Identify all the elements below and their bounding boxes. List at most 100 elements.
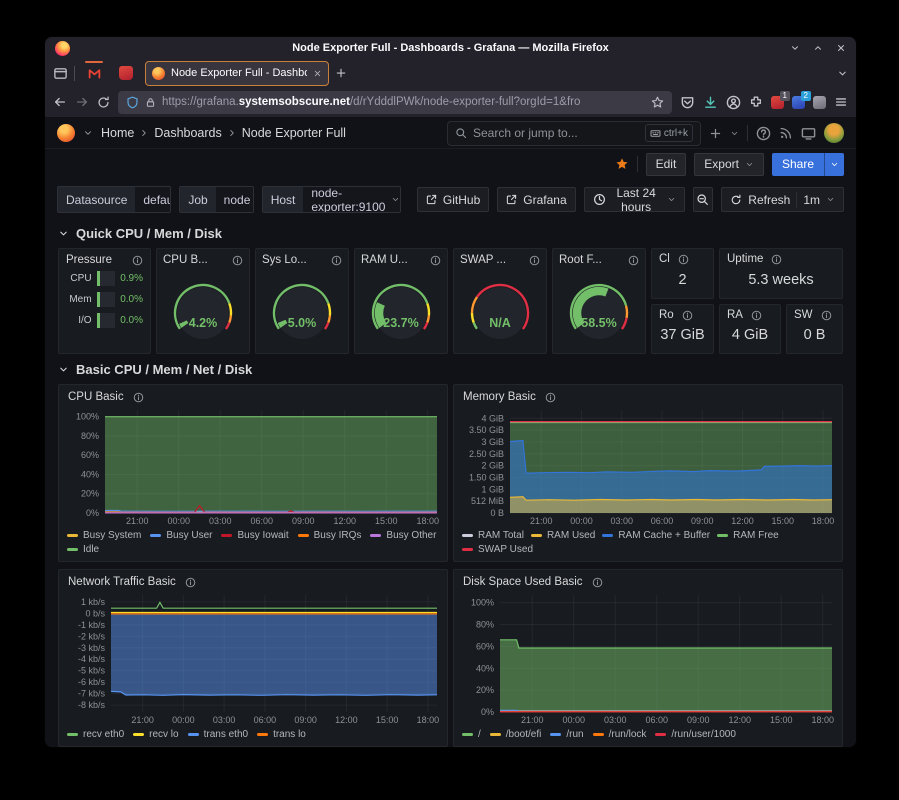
network-traffic-chart[interactable]: 1 kb/s0 b/s-1 kb/s-2 kb/s-3 kb/s-4 kb/s-… <box>65 590 441 726</box>
display-icon[interactable] <box>801 126 816 141</box>
panel-uptime[interactable]: Uptime 5.3 weeks <box>719 248 843 299</box>
grafana-link-button[interactable]: Grafana <box>497 187 575 212</box>
info-icon[interactable] <box>771 254 782 265</box>
legend-item[interactable]: Idle <box>67 544 439 555</box>
info-icon[interactable] <box>529 255 540 266</box>
extensions-icon[interactable] <box>749 95 763 109</box>
panel-pressure[interactable]: Pressure CPU0.9% Mem0.0% I/O0.0% <box>58 248 151 354</box>
panel-cpu-busy[interactable]: CPU B... 4.2% <box>156 248 250 354</box>
github-link-button[interactable]: GitHub <box>417 187 489 212</box>
info-icon[interactable] <box>628 255 639 266</box>
new-menu-button[interactable] <box>709 127 722 140</box>
section-quick[interactable]: Quick CPU / Mem / Disk <box>58 226 843 241</box>
legend-item[interactable]: /boot/efi <box>490 729 542 740</box>
downloads-icon[interactable] <box>703 95 718 110</box>
panel-cpu-cores[interactable]: Cl 2 <box>651 248 714 299</box>
panel-network-traffic-basic[interactable]: Network Traffic Basic 1 kb/s0 b/s-1 kb/s… <box>58 569 448 747</box>
help-icon[interactable] <box>756 126 771 141</box>
firefox-view-icon[interactable] <box>53 66 68 81</box>
cpu-basic-chart[interactable]: 0%20%40%60%80%100%21:0000:0003:0006:0009… <box>65 405 441 527</box>
legend-item[interactable]: Busy Other <box>370 530 436 541</box>
time-range-picker[interactable]: Last 24 hours <box>584 187 685 212</box>
minimize-button[interactable] <box>790 43 800 53</box>
breadcrumb-home[interactable]: Home <box>101 126 134 140</box>
tracking-protection-icon[interactable] <box>126 96 139 109</box>
panel-ram-used[interactable]: RAM U... 23.7% <box>354 248 448 354</box>
maximize-button[interactable] <box>813 43 823 53</box>
info-icon[interactable] <box>678 254 689 265</box>
info-icon[interactable] <box>430 255 441 266</box>
extension-red[interactable]: 1 <box>771 96 784 109</box>
var-datasource[interactable]: Datasource default <box>57 186 171 213</box>
new-menu-chevron-icon[interactable] <box>730 129 739 138</box>
edit-button[interactable]: Edit <box>646 153 687 176</box>
info-icon[interactable] <box>592 577 603 588</box>
search-input[interactable]: Search or jump to... ctrl+k <box>447 121 701 146</box>
pocket-icon[interactable] <box>680 95 695 110</box>
legend-item[interactable]: RAM Used <box>531 530 595 541</box>
info-icon[interactable] <box>185 577 196 588</box>
section-basic[interactable]: Basic CPU / Mem / Net / Disk <box>58 362 843 377</box>
window-titlebar[interactable]: Node Exporter Full - Dashboards - Grafan… <box>45 37 856 59</box>
panel-disk-space-used-basic[interactable]: Disk Space Used Basic 0%20%40%60%80%100%… <box>453 569 843 747</box>
reload-button[interactable] <box>97 96 110 109</box>
close-tab-icon[interactable] <box>313 69 322 78</box>
legend-item[interactable]: recv eth0 <box>67 729 124 740</box>
bookmark-star-icon[interactable] <box>651 96 664 109</box>
active-tab[interactable]: Node Exporter Full - Dashbo <box>145 61 329 86</box>
legend-item[interactable]: RAM Free <box>717 530 779 541</box>
info-icon[interactable] <box>545 392 556 403</box>
disk-space-chart[interactable]: 0%20%40%60%80%100%21:0000:0003:0006:0009… <box>460 590 836 726</box>
info-icon[interactable] <box>821 310 832 321</box>
panel-ram-total[interactable]: RA 4 GiB <box>719 304 781 354</box>
info-icon[interactable] <box>682 310 693 321</box>
extension-grey-icon[interactable] <box>813 96 826 109</box>
pinned-tab-2[interactable] <box>113 62 139 84</box>
info-icon[interactable] <box>232 255 243 266</box>
panel-swap-total[interactable]: SW 0 B <box>786 304 843 354</box>
extension-blue[interactable]: 2 <box>792 96 805 109</box>
legend-item[interactable]: Busy System <box>67 530 141 541</box>
memory-basic-chart[interactable]: 0 B512 MiB1 GiB1.50 GiB2 GiB2.50 GiB3 Gi… <box>460 405 836 527</box>
legend-item[interactable]: /run/lock <box>593 729 647 740</box>
var-host[interactable]: Host node-exporter:9100 <box>262 186 401 213</box>
legend-item[interactable]: /run/user/1000 <box>655 729 736 740</box>
new-tab-button[interactable] <box>335 67 347 79</box>
info-icon[interactable] <box>331 255 342 266</box>
legend-item[interactable]: recv lo <box>133 729 178 740</box>
favorite-star-icon[interactable] <box>615 157 629 171</box>
legend-item[interactable]: RAM Cache + Buffer <box>602 530 710 541</box>
forward-button[interactable] <box>75 95 89 109</box>
close-window-button[interactable] <box>836 43 846 53</box>
legend-item[interactable]: Busy User <box>150 530 212 541</box>
legend-item[interactable]: Busy IRQs <box>298 530 362 541</box>
hamburger-menu-icon[interactable] <box>834 95 848 109</box>
breadcrumb-dashboards[interactable]: Dashboards <box>154 126 221 140</box>
list-all-tabs-button[interactable] <box>837 68 848 79</box>
info-icon[interactable] <box>132 255 143 266</box>
legend-item[interactable]: RAM Total <box>462 530 524 541</box>
back-button[interactable] <box>53 95 67 109</box>
legend-item[interactable]: trans eth0 <box>188 729 248 740</box>
legend-item[interactable]: Busy Iowait <box>221 530 288 541</box>
var-job[interactable]: Job node <box>179 186 253 213</box>
pinned-tab-gmail[interactable] <box>81 62 107 84</box>
share-chevron-button[interactable] <box>824 153 844 176</box>
panel-sys-load[interactable]: Sys Lo... 5.0% <box>255 248 349 354</box>
account-icon[interactable] <box>726 95 741 110</box>
export-button[interactable]: Export <box>694 153 764 176</box>
panel-memory-basic[interactable]: Memory Basic 0 B512 MiB1 GiB1.50 GiB2 Gi… <box>453 384 843 562</box>
legend-item[interactable]: trans lo <box>257 729 306 740</box>
grafana-logo[interactable] <box>57 124 75 142</box>
info-icon[interactable] <box>133 392 144 403</box>
news-icon[interactable] <box>779 126 793 140</box>
legend-item[interactable]: / <box>462 729 481 740</box>
panel-swap-used[interactable]: SWAP ... N/A <box>453 248 547 354</box>
refresh-button[interactable]: Refresh1m <box>721 187 844 212</box>
zoom-out-button[interactable] <box>693 187 714 212</box>
panel-cpu-basic[interactable]: CPU Basic 0%20%40%60%80%100%21:0000:0003… <box>58 384 448 562</box>
share-button[interactable]: Share <box>772 153 824 176</box>
info-icon[interactable] <box>751 310 762 321</box>
legend-item[interactable]: SWAP Used <box>462 544 533 555</box>
user-avatar[interactable] <box>824 123 844 143</box>
